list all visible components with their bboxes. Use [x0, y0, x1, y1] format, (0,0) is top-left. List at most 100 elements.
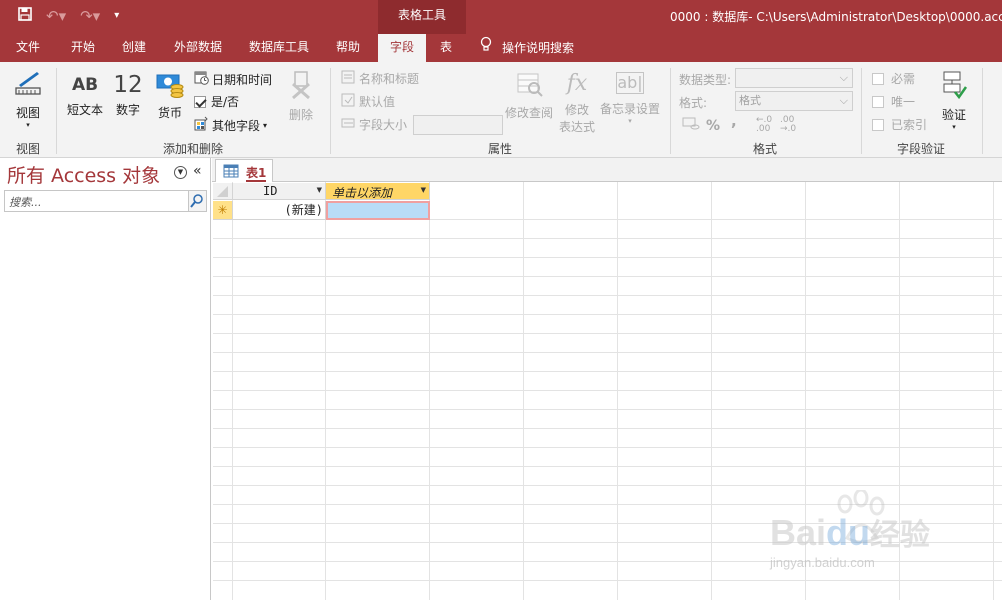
- nav-search-placeholder: 搜索...: [9, 196, 42, 209]
- new-record-add-cell[interactable]: [326, 201, 430, 220]
- watermark-brand-du: du: [826, 512, 871, 553]
- title-bar: ↶▾ ↷▾ ▾ 表格工具 0000 : 数据库- C:\Users\Admini…: [0, 0, 1002, 34]
- format-select[interactable]: 格式 ⌵: [735, 91, 853, 111]
- tab-database-tools[interactable]: 数据库工具: [249, 34, 309, 62]
- checkbox-icon: [872, 118, 884, 131]
- view-button[interactable]: 视图 ▾: [10, 68, 46, 129]
- tab-table[interactable]: 表: [440, 34, 452, 62]
- group-label-properties: 属性: [487, 142, 512, 156]
- name-caption-label: 名称和标题: [359, 72, 420, 86]
- nav-pane-menu-icon[interactable]: ▼: [174, 166, 187, 179]
- quick-access-toolbar: ↶▾ ↷▾ ▾: [18, 7, 119, 25]
- memo-settings-button[interactable]: ab| 备忘录设置 ▾: [599, 72, 661, 125]
- group-separator: [861, 68, 862, 154]
- default-value-button[interactable]: 默认值: [341, 93, 395, 110]
- watermark-brand-cn: 经验: [870, 519, 931, 552]
- field-size-label: 字段大小: [359, 118, 408, 132]
- more-fields-button[interactable]: 其他字段 ▾: [194, 116, 267, 134]
- fx-icon: fx: [566, 71, 588, 96]
- currency-format-icon: [682, 116, 700, 133]
- group-separator: [330, 68, 331, 154]
- new-record-id-cell[interactable]: (新建): [233, 201, 326, 220]
- indexed-checkbox[interactable]: 已索引: [872, 116, 927, 133]
- sort-filter-dropdown-icon[interactable]: ▼: [317, 186, 322, 194]
- field-size-label-group: 字段大小: [341, 116, 407, 133]
- modify-expression-label-2: 表达式: [558, 120, 595, 134]
- comma-button[interactable]: ,: [731, 112, 737, 130]
- table-icon: [223, 164, 239, 181]
- save-icon[interactable]: [18, 7, 32, 25]
- short-text-button[interactable]: AB 短文本: [64, 72, 106, 118]
- group-label-field-validation: 字段验证: [896, 142, 945, 156]
- new-record-selector[interactable]: ✳: [213, 201, 233, 220]
- click-to-add-dropdown-icon[interactable]: ▼: [421, 186, 426, 194]
- date-time-button[interactable]: 日期和时间: [194, 70, 272, 88]
- name-caption-button[interactable]: 名称和标题: [341, 70, 419, 87]
- view-icon: [10, 68, 46, 101]
- yes-no-button[interactable]: 是/否: [194, 93, 239, 110]
- field-size-input[interactable]: [413, 115, 503, 135]
- column-header-id[interactable]: ID ▼: [233, 183, 326, 200]
- currency-label: 货币: [157, 106, 182, 120]
- decrease-decimals-button[interactable]: .00 →.0: [780, 116, 800, 134]
- modify-expression-button[interactable]: fx 修改 表达式: [556, 72, 598, 135]
- required-checkbox[interactable]: 必需: [872, 70, 915, 87]
- watermark-url: jingyan.baidu.com: [770, 555, 875, 570]
- short-text-icon: AB: [71, 75, 99, 95]
- delete-icon: [284, 70, 318, 103]
- validation-dropdown-icon: ▾: [952, 123, 956, 131]
- group-label-view: 视图: [15, 142, 40, 156]
- short-text-label: 短文本: [66, 103, 103, 117]
- tell-me-search[interactable]: 操作说明搜索: [480, 34, 574, 62]
- percent-button[interactable]: %: [706, 118, 720, 134]
- column-header-click-to-add[interactable]: 单击以添加 ▼: [326, 183, 430, 200]
- number-button[interactable]: 12 数字: [110, 72, 146, 118]
- customize-qat-icon[interactable]: ▾: [114, 7, 119, 25]
- data-type-select[interactable]: ⌵: [735, 68, 853, 88]
- document-tab-label: 表1: [246, 166, 267, 180]
- more-fields-icon: [194, 116, 209, 134]
- tab-external-data[interactable]: 外部数据: [174, 34, 222, 62]
- undo-icon[interactable]: ↶▾: [46, 7, 66, 25]
- unique-checkbox[interactable]: 唯一: [872, 93, 915, 110]
- tab-fields[interactable]: 字段: [378, 34, 426, 62]
- validation-button[interactable]: 验证 ▾: [936, 70, 972, 131]
- document-tab-table1[interactable]: 表1: [215, 159, 273, 183]
- nav-pane-collapse-button[interactable]: «: [193, 163, 202, 179]
- tell-me-label: 操作说明搜索: [502, 40, 575, 55]
- nav-pane-title[interactable]: 所有 Access 对象: [7, 161, 160, 188]
- checkbox-icon: [194, 95, 206, 108]
- delete-label: 删除: [288, 108, 313, 122]
- select-all-corner[interactable]: [213, 183, 233, 200]
- currency-button[interactable]: 货币: [152, 72, 188, 121]
- search-icon[interactable]: [188, 191, 206, 211]
- currency-format-button[interactable]: [682, 116, 700, 133]
- name-caption-icon: [341, 70, 356, 87]
- click-to-add-label: 单击以添加: [332, 186, 393, 200]
- nav-search-input[interactable]: 搜索...: [4, 190, 207, 212]
- tab-file[interactable]: 文件: [16, 34, 40, 62]
- validation-label: 验证: [941, 108, 966, 122]
- view-button-label: 视图: [15, 106, 40, 120]
- view-dropdown-icon: ▾: [26, 121, 30, 129]
- increase-decimals-button[interactable]: ←.0 .00: [756, 116, 776, 134]
- chevron-down-icon: ⌵: [839, 71, 848, 84]
- yes-no-label: 是/否: [211, 95, 240, 109]
- number-label: 数字: [115, 103, 140, 117]
- unique-label: 唯一: [891, 95, 916, 109]
- modify-lookups-icon: [504, 72, 554, 101]
- redo-icon[interactable]: ↷▾: [80, 7, 100, 25]
- memo-icon: ab|: [616, 72, 644, 94]
- tab-home[interactable]: 开始: [71, 34, 95, 62]
- modify-lookups-button[interactable]: 修改查阅: [504, 72, 554, 121]
- group-label-add-delete: 添加和删除: [162, 142, 223, 156]
- lightbulb-icon: [480, 35, 492, 62]
- calendar-icon: [194, 70, 209, 88]
- format-select-value: 格式: [739, 94, 761, 107]
- delete-button[interactable]: 删除: [284, 70, 318, 123]
- tab-create[interactable]: 创建: [122, 34, 146, 62]
- group-separator: [670, 68, 671, 154]
- more-fields-dropdown-icon: ▾: [263, 120, 268, 130]
- tab-help[interactable]: 帮助: [336, 34, 360, 62]
- data-type-label: 数据类型:: [679, 73, 732, 87]
